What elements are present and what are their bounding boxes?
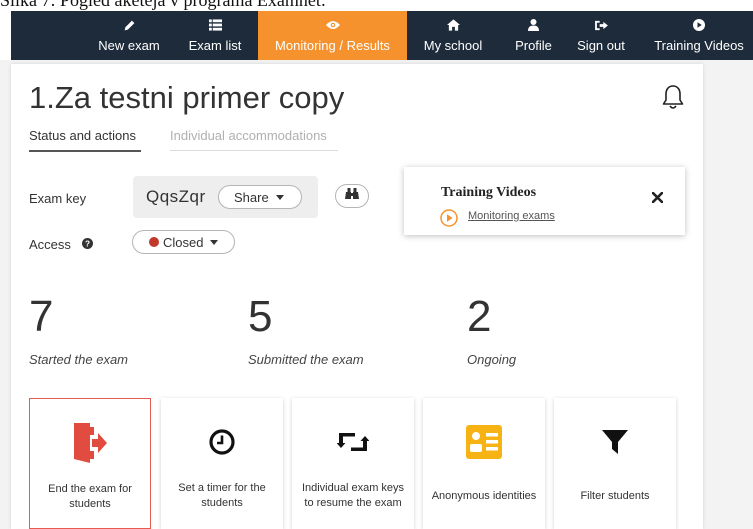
anonymous-identities-button[interactable]: Anonymous identities bbox=[423, 398, 545, 529]
end-exam-button[interactable]: End the exam for students bbox=[29, 398, 151, 529]
tab-underline bbox=[170, 150, 338, 151]
chevron-down-icon bbox=[275, 194, 284, 200]
action-label: Individual exam keys to resume the exam bbox=[301, 482, 405, 509]
nav-my-school[interactable]: My school bbox=[413, 11, 493, 60]
play-circle-icon[interactable] bbox=[440, 209, 458, 232]
filter-students-button[interactable]: Filter students bbox=[554, 398, 676, 529]
monitoring-exams-link[interactable]: Monitoring exams bbox=[468, 210, 555, 222]
nav-profile[interactable]: Profile bbox=[501, 11, 566, 60]
play-circle-icon bbox=[645, 18, 753, 32]
chevron-down-icon bbox=[210, 239, 219, 245]
active-tab-underline bbox=[29, 150, 141, 152]
pencil-icon bbox=[86, 18, 172, 32]
access-value: Closed bbox=[163, 234, 204, 250]
share-button[interactable]: Share bbox=[218, 185, 302, 209]
access-label: Access bbox=[29, 237, 71, 252]
nav-label: New exam bbox=[98, 38, 160, 53]
stat-submitted-value: 5 bbox=[248, 292, 273, 341]
nav-exam-list[interactable]: Exam list bbox=[176, 11, 254, 60]
stat-ongoing-value: 2 bbox=[467, 292, 492, 341]
action-label: End the exam for students bbox=[48, 483, 132, 510]
nav-new-exam[interactable]: New exam bbox=[86, 11, 172, 60]
retweet-icon bbox=[292, 420, 414, 464]
eye-icon bbox=[258, 18, 407, 32]
user-icon bbox=[501, 18, 566, 32]
exit-door-icon bbox=[30, 421, 150, 465]
stat-ongoing-label: Ongoing bbox=[467, 352, 517, 367]
close-icon[interactable] bbox=[651, 190, 664, 208]
exam-key-label: Exam key bbox=[29, 191, 87, 206]
svg-text:?: ? bbox=[85, 240, 90, 249]
question-circle-icon[interactable]: ? bbox=[82, 236, 93, 254]
action-label: Filter students bbox=[580, 489, 650, 502]
action-label: Anonymous identities bbox=[431, 489, 537, 502]
exam-key-value: QqsZqr bbox=[146, 187, 206, 206]
nav-training-videos[interactable]: Training Videos bbox=[645, 11, 753, 60]
sign-out-icon bbox=[571, 18, 631, 32]
popup-title: Training Videos bbox=[441, 185, 537, 200]
stat-started-value: 7 bbox=[29, 292, 54, 341]
nav-label: My school bbox=[423, 38, 483, 53]
binoculars-button[interactable] bbox=[335, 184, 369, 208]
page-title: 1.Za testni primer copy bbox=[29, 80, 345, 115]
share-label: Share bbox=[234, 189, 269, 205]
tab-individual-accommodations[interactable]: Individual accommodations bbox=[170, 128, 327, 143]
id-card-icon bbox=[423, 420, 545, 464]
top-navbar: New exam Exam list Monitoring / Results … bbox=[11, 11, 753, 60]
status-dot bbox=[149, 237, 159, 247]
bell-icon[interactable] bbox=[662, 84, 684, 115]
access-status-dropdown[interactable]: Closed bbox=[132, 230, 235, 254]
nav-label: Training Videos bbox=[654, 38, 744, 53]
binoculars-icon bbox=[345, 187, 359, 205]
stat-started-label: Started the exam bbox=[29, 352, 128, 367]
stat-submitted-label: Submitted the exam bbox=[248, 352, 364, 367]
home-icon bbox=[413, 18, 493, 32]
action-label: Set a timer for the students bbox=[178, 482, 266, 509]
nav-label: Exam list bbox=[188, 38, 242, 53]
clock-icon bbox=[161, 420, 283, 464]
nav-label: Monitoring / Results bbox=[275, 38, 390, 53]
tab-status-and-actions[interactable]: Status and actions bbox=[29, 128, 136, 143]
individual-keys-button[interactable]: Individual exam keys to resume the exam bbox=[292, 398, 414, 529]
list-icon bbox=[176, 18, 254, 32]
nav-label: Sign out bbox=[577, 38, 625, 53]
filter-icon bbox=[554, 420, 676, 464]
nav-monitoring-results[interactable]: Monitoring / Results bbox=[258, 11, 407, 60]
set-timer-button[interactable]: Set a timer for the students bbox=[161, 398, 283, 529]
nav-label: Profile bbox=[515, 38, 552, 53]
nav-sign-out[interactable]: Sign out bbox=[571, 11, 631, 60]
